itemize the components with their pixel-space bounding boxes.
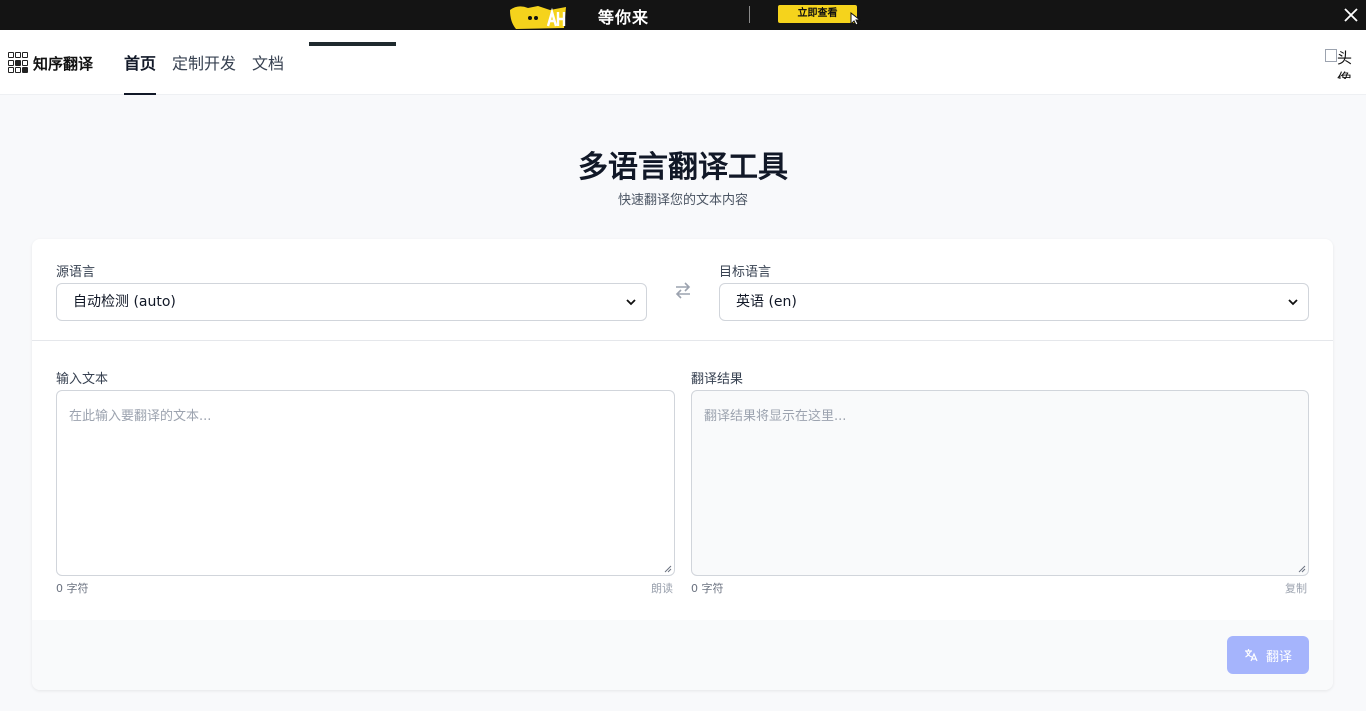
translate-icon xyxy=(1244,649,1258,662)
mascot-logo-icon xyxy=(510,6,566,29)
promo-banner[interactable]: 等你来 立即查看 xyxy=(0,0,1366,30)
input-placeholder: 在此输入要翻译的文本... xyxy=(69,409,212,424)
nav-item-docs[interactable]: 文档 xyxy=(252,50,284,95)
input-textarea[interactable]: 在此输入要翻译的文本... xyxy=(56,390,675,576)
target-language-value: 英语 (en) xyxy=(736,294,797,310)
page-title: 多语言翻译工具 xyxy=(578,150,788,185)
chevron-down-icon xyxy=(626,299,636,306)
output-placeholder: 翻译结果将显示在这里... xyxy=(704,409,847,424)
target-language-select[interactable]: 英语 (en) xyxy=(719,283,1309,321)
read-aloud-button[interactable]: 朗读 xyxy=(651,580,673,596)
source-language-value: 自动检测 (auto) xyxy=(73,294,176,310)
resize-handle-icon[interactable] xyxy=(664,565,672,573)
translation-result-label: 翻译结果 xyxy=(691,372,744,387)
top-nav: 知序翻译 首页 定制开发 文档 头像 xyxy=(0,30,1366,95)
source-language-label: 源语言 xyxy=(56,265,96,280)
logo-grid-icon xyxy=(8,52,30,74)
output-textarea[interactable]: 翻译结果将显示在这里... xyxy=(691,390,1309,576)
view-now-button[interactable]: 立即查看 xyxy=(778,5,857,23)
nav-item-custom-dev[interactable]: 定制开发 xyxy=(172,50,236,95)
swap-icon[interactable] xyxy=(672,279,694,301)
logo-text: 知序翻译 xyxy=(33,54,94,73)
card-footer: 翻译 xyxy=(32,620,1333,690)
banner-divider xyxy=(749,6,750,23)
promo-text: 等你来 xyxy=(598,8,650,27)
chevron-down-icon xyxy=(1288,299,1298,306)
translator-card: 源语言 自动检测 (auto) 目标语言 英语 (en) 输入文本 在此输入要翻… xyxy=(32,239,1333,690)
input-char-count: 0 字符 xyxy=(56,582,89,595)
copy-button[interactable]: 复制 xyxy=(1285,580,1307,596)
translate-button-label: 翻译 xyxy=(1265,649,1292,665)
broken-image-icon xyxy=(1325,49,1337,62)
resize-handle-icon[interactable] xyxy=(1298,565,1306,573)
language-row: 源语言 自动检测 (auto) 目标语言 英语 (en) xyxy=(32,239,1333,341)
source-language-select[interactable]: 自动检测 (auto) xyxy=(56,283,647,321)
translate-button[interactable]: 翻译 xyxy=(1227,636,1309,674)
input-text-label: 输入文本 xyxy=(56,372,109,387)
close-icon[interactable] xyxy=(1341,5,1361,25)
page-subtitle: 快速翻译您的文本内容 xyxy=(617,193,748,208)
app-logo[interactable]: 知序翻译 xyxy=(8,52,93,74)
target-language-label: 目标语言 xyxy=(719,265,772,280)
avatar[interactable]: 头像 xyxy=(1325,47,1359,79)
nav-item-home[interactable]: 首页 xyxy=(124,50,157,95)
output-char-count: 0 字符 xyxy=(691,582,724,595)
nav-loading-bar xyxy=(309,42,396,46)
cursor-icon xyxy=(850,12,862,26)
avatar-alt-text: 头像 xyxy=(1337,49,1353,79)
